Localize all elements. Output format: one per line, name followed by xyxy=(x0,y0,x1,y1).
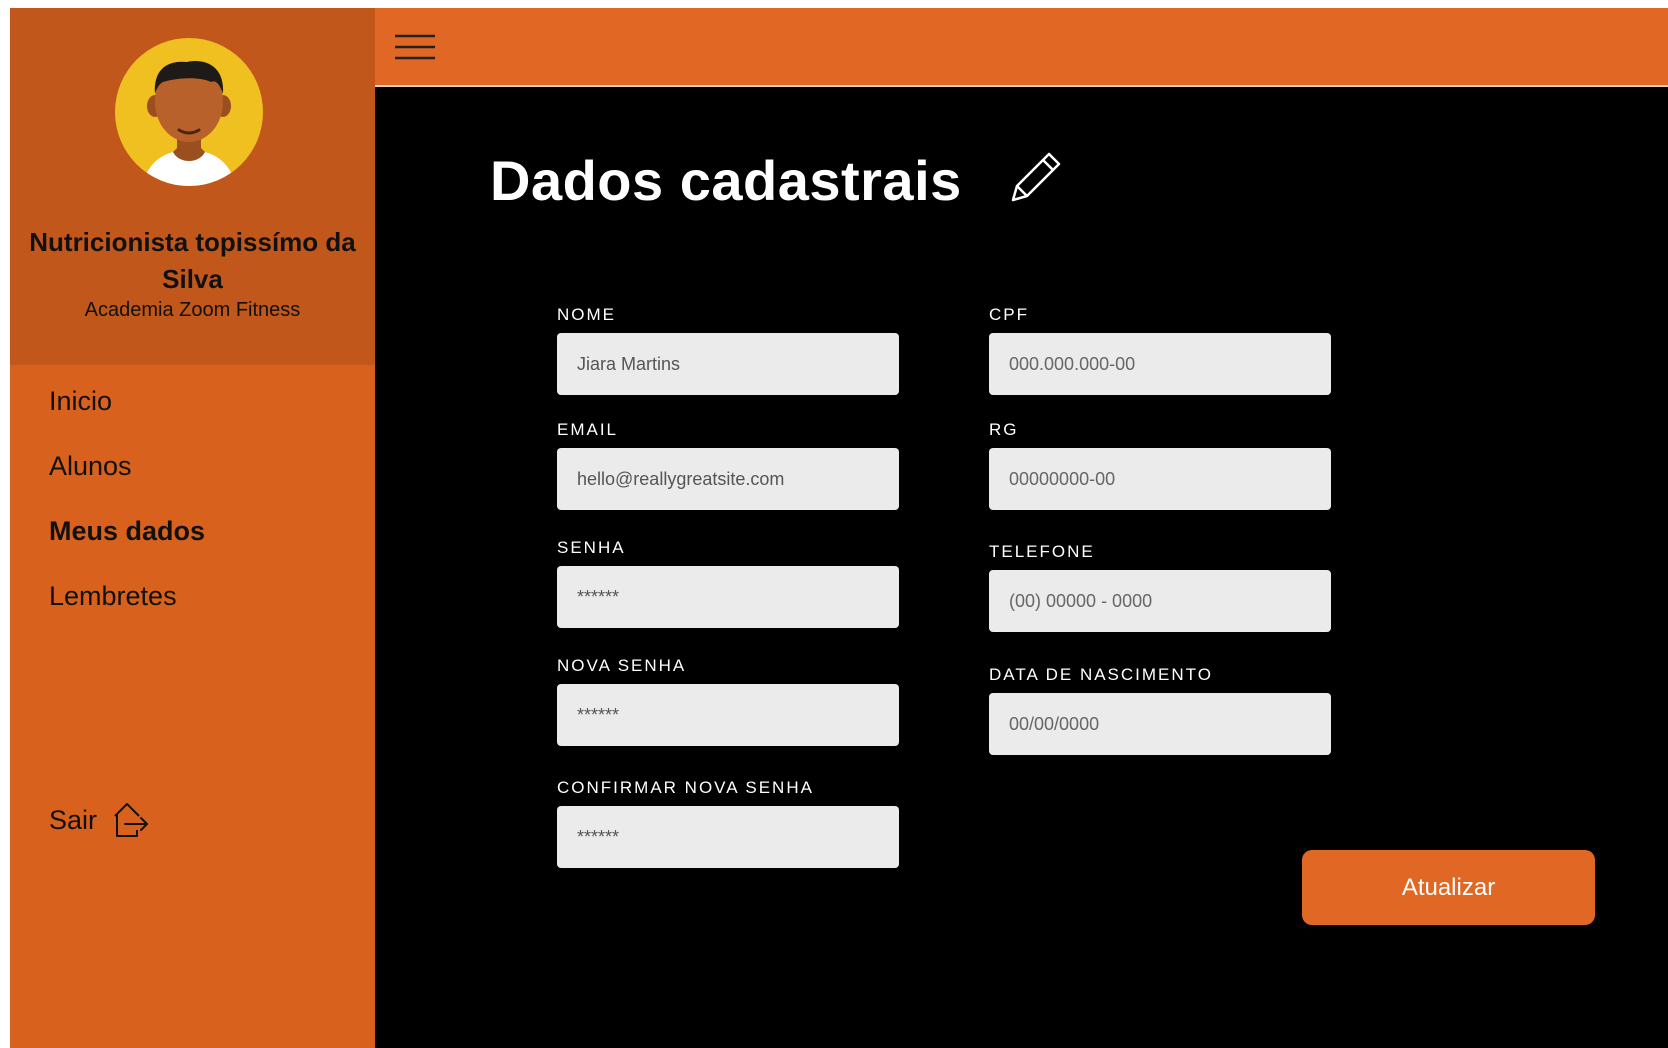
label-email: EMAIL xyxy=(557,420,619,439)
label-telefone: TELEFONE xyxy=(989,542,1095,561)
profile-name: Nutricionista topissímo da Silva xyxy=(29,227,356,294)
atualizar-button[interactable]: Atualizar xyxy=(1302,850,1595,925)
data-nascimento-input[interactable] xyxy=(989,693,1331,755)
label-cpf: CPF xyxy=(989,305,1029,324)
rg-input[interactable] xyxy=(989,448,1331,510)
label-senha: SENHA xyxy=(557,538,626,557)
confirmar-nova-senha-input[interactable] xyxy=(557,806,899,868)
profile-panel: Nutricionista topissímo da Silva Academi… xyxy=(10,8,375,365)
label-data-nascimento: DATA DE NASCIMENTO xyxy=(989,665,1213,684)
app-frame: Nutricionista topissímo da Silva Academi… xyxy=(10,8,1668,1048)
top-bar xyxy=(375,8,1668,87)
avatar xyxy=(115,38,263,186)
email-input[interactable] xyxy=(557,448,899,510)
nome-input[interactable] xyxy=(557,333,899,395)
profile-organization: Academia Zoom Fitness xyxy=(84,299,301,321)
nav-item-meus-dados[interactable]: Meus dados xyxy=(49,516,205,547)
senha-input[interactable] xyxy=(557,566,899,628)
sidebar: Nutricionista topissímo da Silva Academi… xyxy=(10,8,375,1048)
label-confirmar-nova-senha: CONFIRMAR NOVA SENHA xyxy=(557,778,814,797)
nav-item-lembretes[interactable]: Lembretes xyxy=(49,581,177,612)
label-rg: RG xyxy=(989,420,1019,439)
label-nova-senha: NOVA SENHA xyxy=(557,656,687,675)
logout-button[interactable]: Sair xyxy=(49,800,149,840)
label-nome: NOME xyxy=(557,305,616,324)
nova-senha-input[interactable] xyxy=(557,684,899,746)
logout-icon xyxy=(114,803,149,837)
nav-item-inicio[interactable]: Inicio xyxy=(49,386,112,417)
nav-item-alunos[interactable]: Alunos xyxy=(49,451,132,482)
page-title: Dados cadastrais xyxy=(490,149,962,212)
telefone-input[interactable] xyxy=(989,570,1331,632)
pencil-icon[interactable] xyxy=(1005,148,1065,208)
hamburger-menu-icon[interactable] xyxy=(395,32,435,62)
cpf-input[interactable] xyxy=(989,333,1331,395)
logout-label: Sair xyxy=(49,804,98,835)
